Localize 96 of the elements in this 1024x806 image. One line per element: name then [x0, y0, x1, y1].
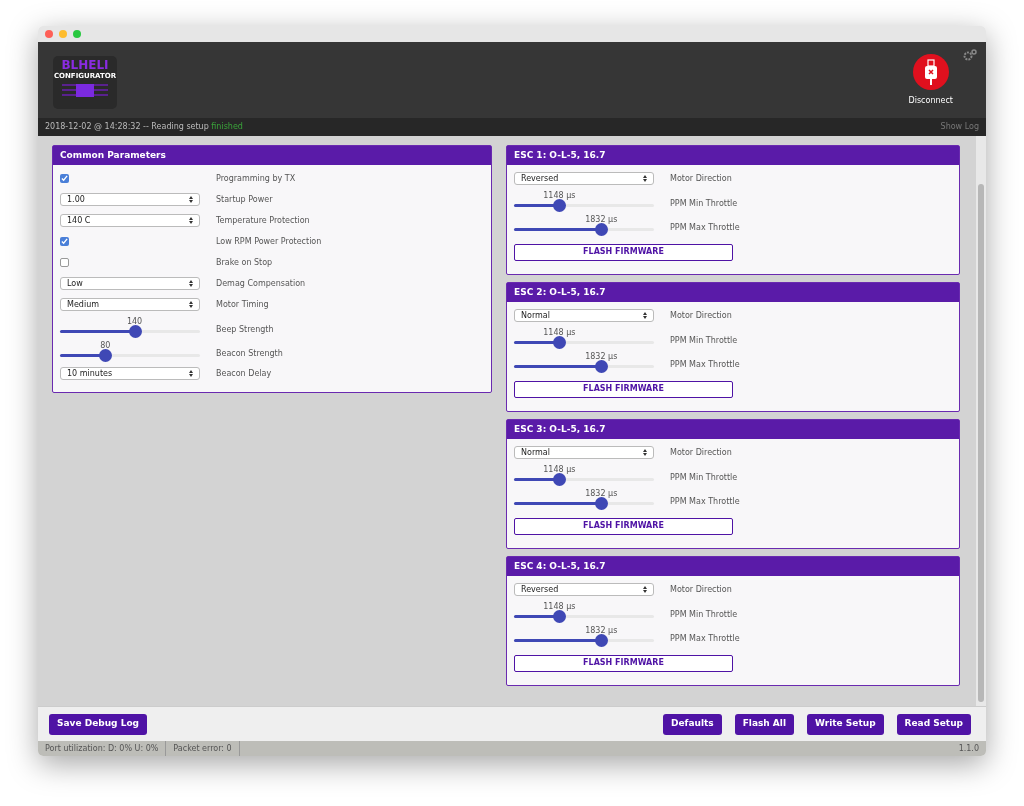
parameter-label: Demag Compensation	[216, 277, 306, 290]
panel-header: ESC 4: O-L-5, 16.7	[507, 557, 959, 576]
slider-value: 140	[126, 316, 143, 328]
version: 1.1.0	[957, 742, 980, 755]
dropdown[interactable]: Reversed	[514, 583, 654, 596]
save-debug-log-button[interactable]: Save Debug Log	[49, 713, 148, 735]
logo-title: BLHELI	[61, 59, 109, 71]
slider[interactable]	[60, 325, 200, 338]
parameter-label: Temperature Protection	[216, 214, 310, 227]
dropdown[interactable]: Reversed	[514, 172, 654, 185]
parameter-label: Motor Direction	[670, 172, 732, 185]
port-utilization: Port utilization: D: 0% U: 0%	[38, 741, 167, 756]
parameter-label: Low RPM Power Protection	[216, 235, 322, 248]
slider[interactable]	[514, 336, 654, 349]
parameter-label: PPM Max Throttle	[670, 222, 740, 234]
slider-thumb[interactable]	[128, 325, 142, 338]
dropdown[interactable]: Low	[60, 277, 200, 290]
slider-thumb[interactable]	[553, 336, 567, 349]
dropdown-arrows-icon	[189, 217, 193, 224]
parameter-label: PPM Max Throttle	[670, 359, 740, 371]
slider[interactable]	[514, 634, 654, 647]
parameter-label: Beep Strength	[216, 324, 274, 336]
dropdown-arrows-icon	[643, 586, 647, 593]
dropdown-arrows-icon	[189, 196, 193, 203]
parameter-label: Beacon Strength	[216, 348, 283, 360]
slider-thumb[interactable]	[553, 610, 567, 623]
slider[interactable]	[514, 199, 654, 212]
dropdown[interactable]: 140 C	[60, 214, 200, 227]
slider-value: 1832 µs	[585, 351, 618, 363]
parameter-label: PPM Min Throttle	[670, 335, 738, 347]
flash-firmware-button[interactable]: FLASH FIRMWARE	[514, 243, 733, 261]
packet-error: Packet error: 0	[166, 741, 240, 756]
slider[interactable]	[514, 473, 654, 486]
dropdown-arrows-icon	[643, 175, 647, 182]
slider-value: 1148 µs	[543, 464, 576, 476]
panel-header: ESC 1: O-L-5, 16.7	[507, 146, 959, 165]
dropdown[interactable]: Normal	[514, 309, 654, 322]
dropdown-arrows-icon	[643, 449, 647, 456]
footer-button[interactable]: Write Setup	[807, 713, 884, 735]
slider-value: 1148 µs	[543, 327, 576, 339]
checkbox[interactable]	[60, 258, 69, 267]
parameter-label: Motor Direction	[670, 583, 732, 596]
slider-thumb[interactable]	[99, 349, 113, 362]
slider-thumb[interactable]	[553, 473, 567, 486]
scrollbar[interactable]	[976, 136, 986, 706]
slider-value: 80	[100, 340, 111, 352]
slider[interactable]	[514, 497, 654, 510]
slider-value: 1832 µs	[585, 625, 618, 637]
parameter-label: Motor Timing	[216, 298, 269, 311]
slider-thumb[interactable]	[595, 360, 609, 373]
parameter-label: Brake on Stop	[216, 256, 273, 269]
dropdown-arrows-icon	[189, 280, 193, 287]
parameter-label: Motor Direction	[670, 446, 732, 459]
dropdown-arrows-icon	[189, 301, 193, 308]
slider-value: 1832 µs	[585, 214, 618, 226]
panel-header: ESC 3: O-L-5, 16.7	[507, 420, 959, 439]
disconnect-label: Disconnect	[908, 95, 953, 107]
disconnect-button[interactable]	[912, 54, 949, 90]
parameter-label: PPM Max Throttle	[670, 496, 740, 508]
log-message: 2018-12-02 @ 14:28:32 -- Reading setup finished	[45, 121, 243, 133]
panel-header: Common Parameters	[53, 146, 491, 165]
circuit-icon	[60, 82, 110, 100]
parameter-label: PPM Min Throttle	[670, 198, 738, 210]
parameter-label: Beacon Delay	[216, 367, 272, 380]
dropdown[interactable]: 10 minutes	[60, 367, 200, 380]
slider-thumb[interactable]	[595, 634, 609, 647]
footer-button[interactable]: Flash All	[734, 713, 794, 735]
parameter-label: Programming by TX	[216, 172, 296, 185]
slider-thumb[interactable]	[595, 497, 609, 510]
footer-button[interactable]: Defaults	[662, 713, 722, 735]
panel-header: ESC 2: O-L-5, 16.7	[507, 283, 959, 302]
slider-value: 1148 µs	[543, 190, 576, 202]
footer-button[interactable]: Read Setup	[896, 713, 971, 735]
slider[interactable]	[514, 610, 654, 623]
parameter-label: Startup Power	[216, 193, 273, 206]
dropdown[interactable]: Normal	[514, 446, 654, 459]
slider-value: 1148 µs	[543, 601, 576, 613]
dropdown-arrows-icon	[189, 370, 193, 377]
slider-thumb[interactable]	[595, 223, 609, 236]
parameter-label: PPM Min Throttle	[670, 472, 738, 484]
dropdown[interactable]: Medium	[60, 298, 200, 311]
parameter-label: Motor Direction	[670, 309, 732, 322]
flash-firmware-button[interactable]: FLASH FIRMWARE	[514, 654, 733, 672]
dropdown[interactable]: 1.00	[60, 193, 200, 206]
slider-thumb[interactable]	[553, 199, 567, 212]
usb-plug-icon	[923, 59, 938, 85]
slider-value: 1832 µs	[585, 488, 618, 500]
slider[interactable]	[514, 223, 654, 236]
flash-firmware-button[interactable]: FLASH FIRMWARE	[514, 380, 733, 398]
flash-firmware-button[interactable]: FLASH FIRMWARE	[514, 517, 733, 535]
parameter-label: PPM Min Throttle	[670, 609, 738, 621]
slider[interactable]	[514, 360, 654, 373]
slider[interactable]	[60, 349, 200, 362]
settings-icon[interactable]	[963, 49, 977, 61]
dropdown-arrows-icon	[643, 312, 647, 319]
parameter-label: PPM Max Throttle	[670, 633, 740, 645]
